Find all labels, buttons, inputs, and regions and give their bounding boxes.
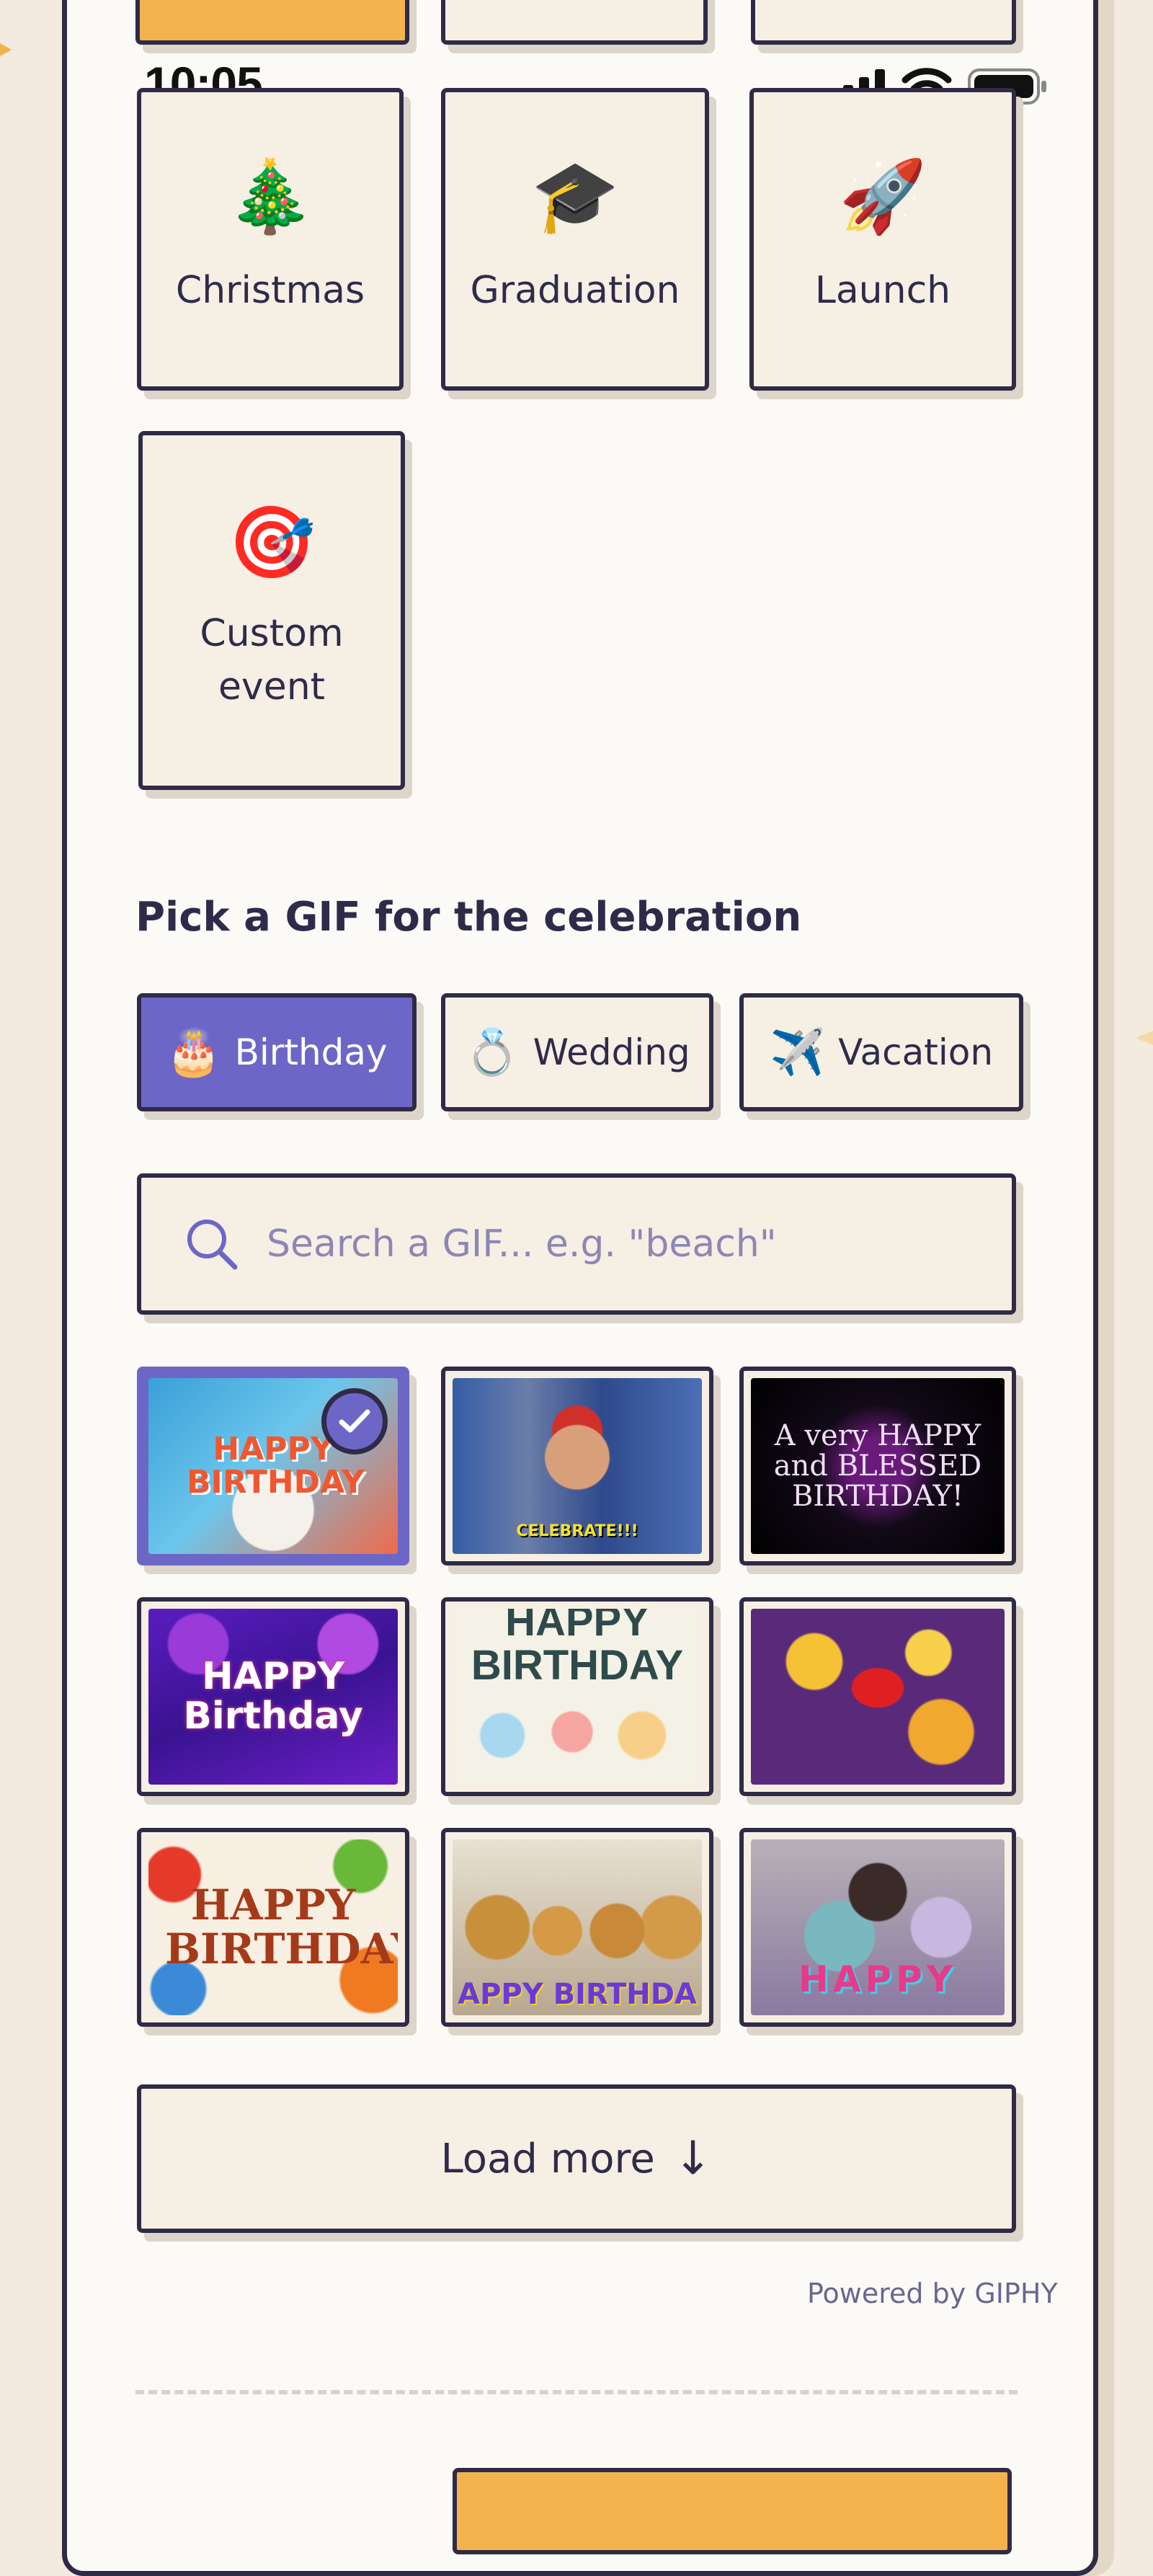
occasion-card-partial[interactable] bbox=[441, 0, 708, 45]
occasion-label: Custom event bbox=[200, 612, 344, 709]
gif-tile-5[interactable]: HAPPY BIRTHDAY bbox=[441, 1597, 713, 1796]
chip-birthday[interactable]: 🎂 Birthday bbox=[137, 993, 417, 1111]
birthday-cake-icon: 🎂 bbox=[166, 1026, 222, 1078]
gif-tile-7[interactable]: HAPPY BIRTHDAY bbox=[137, 1828, 409, 2027]
ring-icon: 💍 bbox=[464, 1026, 520, 1078]
christmas-tree-icon: 🎄 bbox=[226, 156, 315, 238]
gif-caption: HAPPY BIRTHDAY bbox=[471, 1609, 684, 1689]
occasion-label: Launch bbox=[814, 269, 951, 312]
gif-search-input[interactable] bbox=[265, 1222, 917, 1266]
gif-tile-4[interactable]: HAPPY Birthday bbox=[137, 1597, 409, 1796]
rocket-icon: 🚀 bbox=[838, 156, 927, 238]
arrow-down-icon: ↓ bbox=[673, 2132, 713, 2185]
occasion-card-partial[interactable] bbox=[751, 0, 1016, 45]
chip-vacation[interactable]: ✈️ Vacation bbox=[739, 993, 1023, 1111]
gif-tile-3[interactable]: A very HAPPY and BLESSED BIRTHDAY! bbox=[739, 1367, 1016, 1565]
gif-search-field[interactable] bbox=[137, 1173, 1016, 1315]
chip-label: Vacation bbox=[838, 1031, 994, 1073]
occasion-label: Graduation bbox=[470, 269, 680, 312]
airplane-icon: ✈️ bbox=[769, 1026, 826, 1078]
occasion-card-christmas[interactable]: 🎄 Christmas bbox=[137, 88, 404, 391]
load-more-button[interactable]: Load more ↓ bbox=[137, 2084, 1016, 2233]
search-icon bbox=[187, 1220, 238, 1270]
section-divider bbox=[135, 2390, 1018, 2394]
gif-caption: HAPPY bbox=[798, 1958, 958, 2000]
gif-caption: APPY BIRTHDA bbox=[458, 1978, 697, 2011]
gif-caption: CELEBRATE!!! bbox=[516, 1522, 638, 1540]
occasion-card-launch[interactable]: 🚀 Launch bbox=[749, 88, 1016, 391]
load-more-label: Load more bbox=[440, 2135, 655, 2182]
target-icon: 🎯 bbox=[227, 502, 316, 584]
occasion-card-graduation[interactable]: 🎓 Graduation bbox=[441, 88, 709, 391]
graduation-cap-icon: 🎓 bbox=[530, 156, 620, 238]
gif-tile-2[interactable]: CELEBRATE!!! bbox=[441, 1367, 713, 1565]
section-title: Pick a GIF for the celebration bbox=[135, 894, 802, 941]
occasion-label: Christmas bbox=[175, 269, 365, 312]
gif-tile-8[interactable]: APPY BIRTHDA bbox=[441, 1828, 713, 2027]
occasion-card-custom-event[interactable]: 🎯 Custom event bbox=[138, 431, 405, 790]
gif-caption: A very HAPPY and BLESSED BIRTHDAY! bbox=[773, 1419, 982, 1513]
chip-wedding[interactable]: 💍 Wedding bbox=[441, 993, 713, 1111]
primary-cta-button[interactable] bbox=[453, 2468, 1012, 2554]
decorative-arrow-right bbox=[1136, 1031, 1153, 1045]
gif-caption: HAPPY Birthday bbox=[183, 1655, 363, 1738]
decorative-arrow-left bbox=[0, 43, 12, 56]
selected-check-icon bbox=[321, 1388, 388, 1454]
gif-caption: HAPPY BIRTHDAY bbox=[165, 1880, 398, 1973]
gif-tile-1[interactable]: HAPPY BIRTHDAY bbox=[137, 1367, 409, 1565]
chip-label: Birthday bbox=[234, 1031, 388, 1073]
chip-label: Wedding bbox=[533, 1031, 690, 1073]
powered-by-giphy: Powered by GIPHY bbox=[807, 2278, 1058, 2309]
occasion-card-partial[interactable] bbox=[135, 0, 409, 45]
gif-tile-9[interactable]: HAPPY bbox=[739, 1828, 1016, 2027]
gif-tile-6[interactable] bbox=[739, 1597, 1016, 1796]
